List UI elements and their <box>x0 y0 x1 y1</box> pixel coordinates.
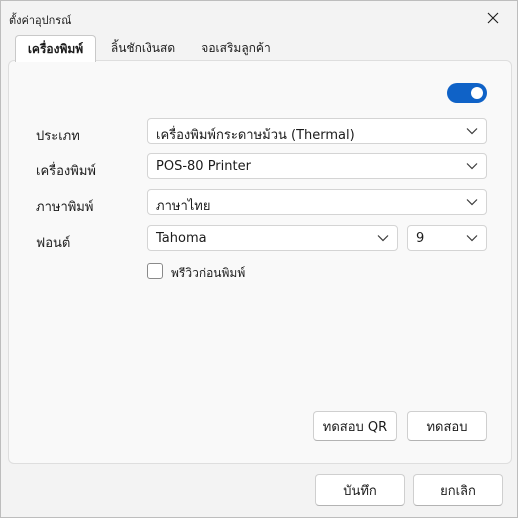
title-bar: ตั้งค่าอุปกรณ์ <box>1 1 517 33</box>
printer-label: เครื่องพิมพ์ <box>36 164 96 179</box>
cancel-button[interactable]: ยกเลิก <box>413 474 503 506</box>
font-size-select[interactable]: 9 <box>407 225 487 251</box>
preview-checkbox-label: พรีวิวก่อนพิมพ์ <box>171 266 246 280</box>
printer-settings-panel: ประเภท เครื่องพิมพ์กระดาษม้วน (Thermal) … <box>8 60 512 464</box>
language-label: ภาษาพิมพ์ <box>36 200 94 215</box>
font-label: ฟอนต์ <box>36 236 71 251</box>
test-print-button[interactable]: ทดสอบ <box>407 411 487 441</box>
chevron-down-icon <box>466 235 478 242</box>
type-select-value: เครื่องพิมพ์กระดาษม้วน (Thermal) <box>156 128 355 143</box>
printer-select-value: POS-80 Printer <box>156 159 251 174</box>
toggle-knob <box>471 87 483 99</box>
language-select-value: ภาษาไทย <box>156 199 211 214</box>
test-qr-button[interactable]: ทดสอบ QR <box>313 411 397 441</box>
chevron-down-icon <box>466 199 478 206</box>
chevron-down-icon <box>466 128 478 135</box>
tab-cash-drawer[interactable]: ลิ้นชักเงินสด <box>99 35 187 61</box>
font-select[interactable]: Tahoma <box>147 225 398 251</box>
chevron-down-icon <box>377 235 389 242</box>
tab-printer[interactable]: เครื่องพิมพ์ <box>15 35 96 62</box>
language-select[interactable]: ภาษาไทย <box>147 189 487 215</box>
printer-enable-toggle[interactable] <box>447 83 487 103</box>
chevron-down-icon <box>466 163 478 170</box>
font-select-value: Tahoma <box>156 231 207 246</box>
close-icon <box>487 12 499 24</box>
printer-select[interactable]: POS-80 Printer <box>147 153 487 179</box>
tab-customer-display[interactable]: จอเสริมลูกค้า <box>191 35 281 61</box>
preview-checkbox[interactable] <box>147 263 163 279</box>
close-button[interactable] <box>479 7 507 29</box>
device-settings-dialog: ตั้งค่าอุปกรณ์ เครื่องพิมพ์ ลิ้นชักเงินส… <box>0 0 518 518</box>
font-size-select-value: 9 <box>416 231 425 246</box>
save-button[interactable]: บันทึก <box>315 474 405 506</box>
type-select[interactable]: เครื่องพิมพ์กระดาษม้วน (Thermal) <box>147 118 487 144</box>
window-title: ตั้งค่าอุปกรณ์ <box>9 14 72 27</box>
type-label: ประเภท <box>36 129 80 144</box>
